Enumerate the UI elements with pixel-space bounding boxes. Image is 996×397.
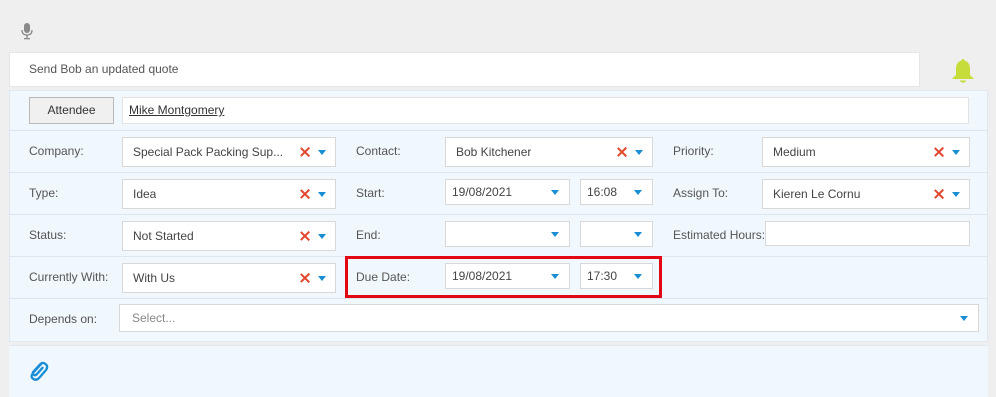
status-select[interactable]: Not Started [122, 221, 336, 251]
assign-to-label: Assign To: [673, 186, 729, 200]
caret-down-icon[interactable] [634, 232, 642, 237]
type-label: Type: [29, 186, 59, 200]
contact-value: Bob Kitchener [456, 145, 532, 159]
row-divider [9, 130, 988, 131]
clear-x-icon[interactable] [300, 273, 310, 283]
caret-down-icon[interactable] [952, 150, 960, 155]
status-label: Status: [29, 228, 67, 242]
start-date-value: 19/08/2021 [452, 185, 513, 199]
caret-down-icon[interactable] [318, 150, 326, 155]
currently-with-select[interactable]: With Us [122, 263, 336, 293]
caret-down-icon[interactable] [551, 190, 559, 195]
depends-on-label: Depends on: [29, 312, 98, 326]
clear-x-icon[interactable] [300, 189, 310, 199]
start-date-picker[interactable]: 19/08/2021 [445, 179, 570, 205]
company-select[interactable]: Special Pack Packing Sup... [122, 137, 336, 167]
currently-with-value: With Us [133, 271, 175, 285]
microphone-icon[interactable] [20, 22, 34, 40]
contact-select[interactable]: Bob Kitchener [445, 137, 653, 167]
estimated-hours-label: Estimated Hours: [673, 228, 766, 242]
depends-on-placeholder: Select... [132, 311, 176, 325]
contact-label: Contact: [356, 144, 401, 158]
priority-select[interactable]: Medium [762, 137, 970, 167]
clear-x-icon[interactable] [934, 147, 944, 157]
caret-down-icon[interactable] [551, 232, 559, 237]
paperclip-icon[interactable] [27, 358, 49, 382]
depends-on-select[interactable]: Select... [119, 304, 979, 332]
end-time-picker[interactable] [580, 221, 653, 247]
clear-x-icon[interactable] [300, 147, 310, 157]
caret-down-icon[interactable] [634, 190, 642, 195]
clear-x-icon[interactable] [934, 189, 944, 199]
caret-down-icon[interactable] [318, 234, 326, 239]
attachments-panel [9, 345, 988, 397]
row-divider [9, 214, 988, 215]
start-time-picker[interactable]: 16:08 [580, 179, 653, 205]
attendee-button[interactable]: Attendee [29, 97, 114, 124]
assign-to-select[interactable]: Kieren Le Cornu [762, 179, 970, 209]
company-value: Special Pack Packing Sup... [133, 145, 283, 159]
caret-down-icon[interactable] [635, 150, 643, 155]
estimated-hours-input[interactable] [765, 221, 970, 246]
start-time-value: 16:08 [587, 185, 618, 199]
type-value: Idea [133, 187, 157, 201]
type-select[interactable]: Idea [122, 179, 336, 209]
clear-x-icon[interactable] [300, 231, 310, 241]
assign-to-value: Kieren Le Cornu [773, 187, 861, 201]
caret-down-icon[interactable] [960, 316, 968, 321]
start-label: Start: [356, 186, 385, 200]
caret-down-icon[interactable] [318, 192, 326, 197]
row-divider [9, 172, 988, 173]
subject-field[interactable]: Send Bob an updated quote [9, 52, 920, 87]
priority-label: Priority: [673, 144, 714, 158]
clear-x-icon[interactable] [617, 147, 627, 157]
end-label: End: [356, 228, 381, 242]
caret-down-icon[interactable] [952, 192, 960, 197]
due-date-highlight-box [345, 256, 662, 298]
caret-down-icon[interactable] [318, 276, 326, 281]
attendee-name-link[interactable]: Mike Montgomery [129, 103, 224, 117]
company-label: Company: [29, 144, 84, 158]
priority-value: Medium [773, 145, 816, 159]
bell-icon[interactable] [950, 57, 976, 85]
row-divider [9, 298, 988, 299]
status-value: Not Started [133, 229, 194, 243]
attendee-field[interactable]: Mike Montgomery [122, 97, 969, 124]
currently-with-label: Currently With: [29, 270, 109, 284]
end-date-picker[interactable] [445, 221, 570, 247]
